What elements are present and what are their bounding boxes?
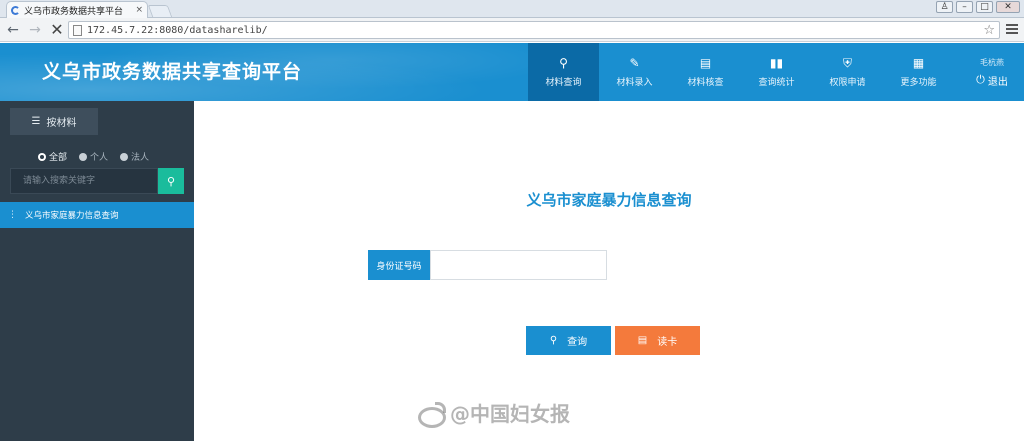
user-profile-icon[interactable]: ♙ (936, 1, 953, 13)
window-controls: ♙ – □ ✕ (936, 1, 1020, 13)
watermark-text: @中国妇女报 (450, 402, 570, 426)
menu-item-permission-request[interactable]: ⛨ 权限申请 (812, 43, 883, 101)
search-button[interactable]: ⚲ (158, 168, 184, 194)
bookmark-star-icon[interactable]: ☆ (983, 23, 999, 38)
loading-icon (11, 5, 20, 15)
radio-individual[interactable]: 个人 (79, 150, 108, 163)
menu-item-more-functions[interactable]: ▦ 更多功能 (883, 43, 954, 101)
app-title: 义乌市政务数据共享查询平台 (42, 61, 303, 83)
browser-tab[interactable]: 义乌市政务数据共享平台 × (6, 1, 148, 18)
weibo-logo-icon (416, 401, 446, 428)
query-button-label: 查询 (567, 337, 588, 348)
filter-radio-group: 全部 个人 法人 (38, 150, 149, 163)
card-icon: ▤ (699, 56, 712, 70)
logout-button[interactable]: ⏻ 退出 (976, 73, 1008, 88)
radio-dot (120, 152, 129, 161)
sidebar-item-domestic-violence-query[interactable]: ⋮ 义乌市家庭暴力信息查询 (0, 202, 194, 228)
menu-item-label: 查询统计 (758, 78, 795, 88)
radio-all[interactable]: 全部 (38, 150, 67, 163)
tab-label: 按材料 (46, 118, 77, 129)
menu-item-material-entry[interactable]: ✎ 材料录入 (599, 43, 670, 101)
shield-icon: ⛨ (842, 56, 852, 70)
tab-close-icon[interactable]: × (135, 5, 143, 15)
id-card-icon: ▤ (637, 335, 648, 346)
read-card-button-label: 读卡 (657, 337, 678, 348)
radio-dot (79, 152, 88, 161)
bar-chart-icon: ▮▮ (769, 56, 784, 70)
menu-item-query-stats[interactable]: ▮▮ 查询统计 (741, 43, 812, 101)
browser-tab-bar: 义乌市政务数据共享平台 × ♙ – □ ✕ (0, 0, 1024, 18)
power-icon: ⏻ (976, 73, 985, 86)
minimize-button[interactable]: – (956, 1, 973, 13)
logout-label: 退出 (987, 76, 1008, 88)
edit-icon: ✎ (629, 56, 640, 70)
menu-item-material-check[interactable]: ▤ 材料核查 (670, 43, 741, 101)
search-icon: ⚲ (549, 335, 558, 346)
list-icon: ☰ (31, 116, 41, 127)
id-number-input[interactable] (430, 250, 607, 280)
tab-by-material[interactable]: ☰ 按材料 (10, 108, 98, 135)
menu-item-label: 材料录入 (616, 78, 653, 88)
keyword-search-input[interactable] (10, 168, 158, 194)
read-card-button[interactable]: ▤ 读卡 (615, 326, 700, 355)
radio-label: 法人 (131, 153, 150, 163)
radio-label: 个人 (90, 153, 109, 163)
stop-loading-icon[interactable]: ✕ (48, 20, 66, 39)
url-text[interactable]: 172.45.7.22:8080/datasharelib/ (87, 25, 983, 36)
back-arrow-icon[interactable]: ← (4, 21, 22, 39)
maximize-button[interactable]: □ (976, 1, 993, 13)
menu-bar-icon: ⋮ (8, 210, 17, 220)
page-icon (73, 24, 82, 36)
close-window-button[interactable]: ✕ (996, 1, 1020, 13)
search-icon: ⚲ (166, 174, 176, 188)
sidebar: ☰ 按材料 全部 个人 法人 ⚲ ⋮ 义乌市家庭暴力信息查询 (0, 101, 194, 441)
forward-arrow-icon[interactable]: → (26, 21, 44, 39)
page-title: 义乌市家庭暴力信息查询 (526, 191, 692, 209)
app-header: 义乌市政务数据共享查询平台 ⚲ 材料查询 ✎ 材料录入 ▤ 材料核查 ▮▮ 查询… (0, 43, 1024, 101)
menu-item-label: 材料查询 (545, 78, 582, 88)
search-icon: ⚲ (559, 56, 568, 70)
main-content: 义乌市家庭暴力信息查询 身份证号码 ⚲ 查询 ▤ 读卡 @中国妇女报 (194, 101, 1024, 441)
browser-toolbar: ← → ✕ 172.45.7.22:8080/datasharelib/ ☆ (0, 18, 1024, 42)
browser-menu-icon[interactable] (1006, 22, 1018, 36)
query-button[interactable]: ⚲ 查询 (526, 326, 611, 355)
browser-tab-title: 义乌市政务数据共享平台 (24, 6, 124, 17)
radio-label: 全部 (49, 153, 68, 163)
user-area: 毛杭燕 ⏻ 退出 (960, 43, 1024, 101)
menu-item-label: 材料核查 (687, 78, 724, 88)
radio-dot (38, 152, 46, 161)
user-name: 毛杭燕 (980, 57, 1004, 67)
menu-item-label: 更多功能 (900, 78, 937, 88)
radio-legal-person[interactable]: 法人 (120, 150, 149, 163)
new-tab-button[interactable] (147, 5, 173, 17)
menu-item-material-query[interactable]: ⚲ 材料查询 (528, 43, 599, 101)
menu-item-label: 权限申请 (829, 78, 866, 88)
watermark: @中国妇女报 (416, 398, 570, 428)
grid-icon: ▦ (912, 56, 925, 70)
id-number-label: 身份证号码 (368, 250, 430, 280)
address-bar[interactable]: 172.45.7.22:8080/datasharelib/ ☆ (68, 21, 1000, 39)
top-menu: ⚲ 材料查询 ✎ 材料录入 ▤ 材料核查 ▮▮ 查询统计 ⛨ 权限申请 ▦ 更多… (528, 43, 954, 101)
sidebar-item-label: 义乌市家庭暴力信息查询 (25, 211, 119, 221)
